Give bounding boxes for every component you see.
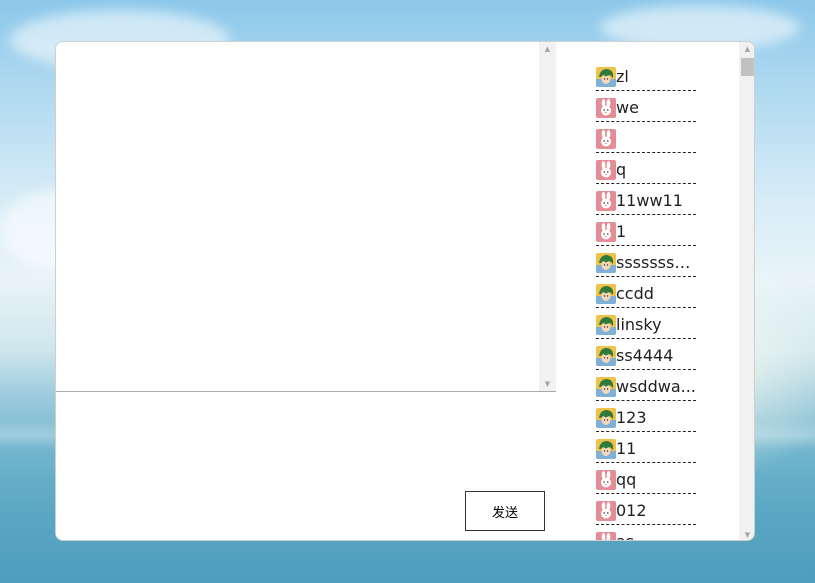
message-input-area[interactable]: 发送 (56, 392, 556, 540)
scroll-down-arrow-icon[interactable]: ▼ (539, 377, 556, 391)
scrollbar-thumb[interactable] (741, 58, 754, 76)
boy-avatar-icon (596, 67, 616, 87)
scroll-down-arrow-icon[interactable]: ▼ (739, 528, 754, 540)
rabbit-avatar-icon (596, 470, 616, 490)
message-display-area[interactable]: ▲ ▼ (56, 42, 556, 392)
boy-avatar-icon (596, 377, 616, 397)
user-name: q (616, 160, 627, 179)
user-list-item[interactable]: 012 (596, 494, 696, 525)
user-list-item[interactable]: sssssssc... (596, 246, 696, 277)
boy-avatar-icon (596, 315, 616, 335)
user-list-item[interactable]: qq (596, 463, 696, 494)
rabbit-avatar-icon (596, 191, 616, 211)
user-list-item[interactable]: 11 (596, 432, 696, 463)
user-list-item[interactable]: 11ww11 (596, 184, 696, 215)
user-name: ccdd (616, 284, 654, 303)
scroll-up-arrow-icon[interactable]: ▲ (539, 42, 556, 56)
user-list-item[interactable]: ccdd (596, 277, 696, 308)
user-name: zl (616, 67, 629, 86)
user-list-item[interactable] (596, 122, 696, 153)
rabbit-avatar-icon (596, 129, 616, 149)
user-list-item[interactable]: 123 (596, 401, 696, 432)
user-name: 1 (616, 222, 627, 241)
user-list-item[interactable]: we (596, 91, 696, 122)
scroll-up-arrow-icon[interactable]: ▲ (739, 42, 754, 56)
rabbit-avatar-icon (596, 98, 616, 118)
rabbit-avatar-icon (596, 160, 616, 180)
boy-avatar-icon (596, 284, 616, 304)
user-list-item[interactable]: as (596, 525, 696, 540)
message-scrollbar[interactable]: ▲ ▼ (539, 42, 556, 391)
user-name: 11ww11 (616, 191, 683, 210)
user-list-item[interactable]: wsddwa... (596, 370, 696, 401)
user-name: wsddwa... (616, 377, 696, 396)
online-user-panel: zl we q 11ww11 1 sssssssc... ccdd linsky… (556, 42, 754, 540)
user-list-item[interactable]: 1 (596, 215, 696, 246)
user-name: 11 (616, 439, 637, 458)
chat-window: ▲ ▼ 发送 zl we q 11ww11 1 sssssssc... ccdd… (55, 41, 755, 541)
user-name: ss4444 (616, 346, 674, 365)
rabbit-avatar-icon (596, 222, 616, 242)
user-name: as (616, 532, 634, 540)
boy-avatar-icon (596, 346, 616, 366)
user-list-item[interactable]: ss4444 (596, 339, 696, 370)
boy-avatar-icon (596, 253, 616, 273)
send-button[interactable]: 发送 (465, 491, 545, 531)
boy-avatar-icon (596, 408, 616, 428)
user-name: 012 (616, 501, 647, 520)
user-list-item[interactable]: q (596, 153, 696, 184)
user-name: sssssssc... (616, 253, 696, 272)
user-list-item[interactable]: zl (596, 60, 696, 91)
user-list: zl we q 11ww11 1 sssssssc... ccdd linsky… (596, 60, 696, 540)
user-name: linsky (616, 315, 662, 334)
boy-avatar-icon (596, 439, 616, 459)
rabbit-avatar-icon (596, 532, 616, 540)
user-name: we (616, 98, 639, 117)
user-list-scrollbar[interactable]: ▲ ▼ (739, 42, 754, 540)
user-name: 123 (616, 408, 647, 427)
user-list-item[interactable]: linsky (596, 308, 696, 339)
rabbit-avatar-icon (596, 501, 616, 521)
user-name: qq (616, 470, 637, 489)
